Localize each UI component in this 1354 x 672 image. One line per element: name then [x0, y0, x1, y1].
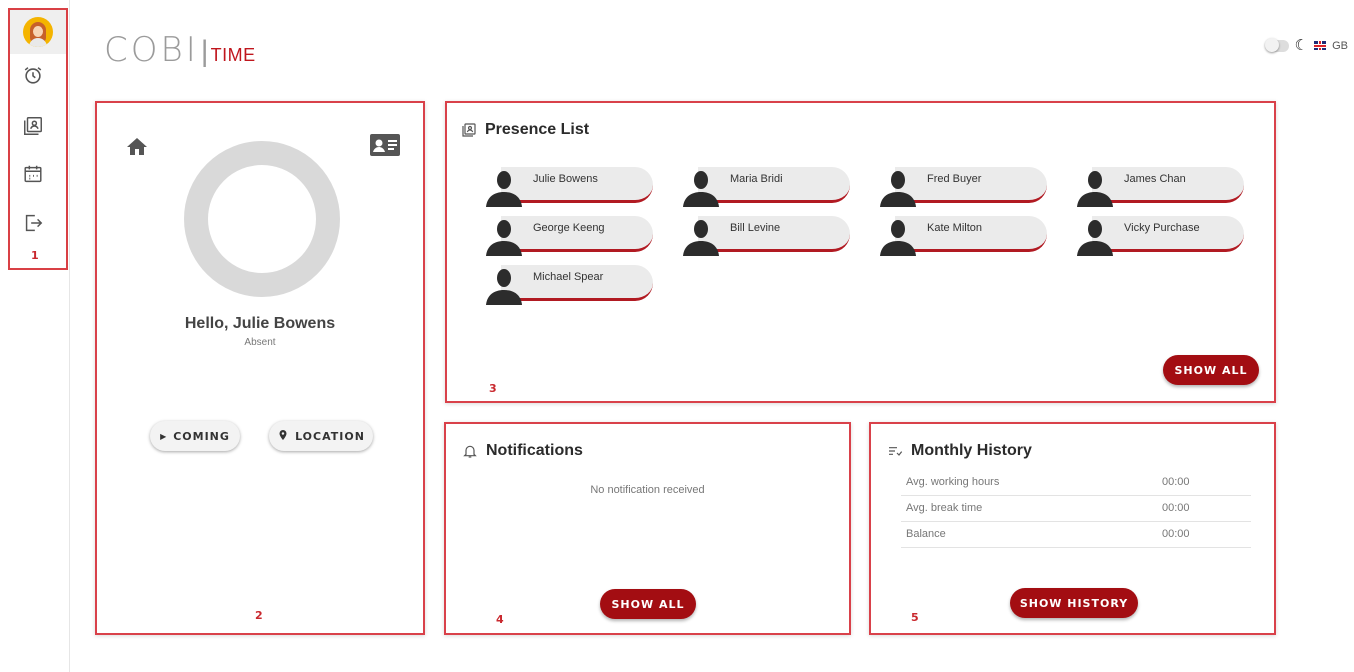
presence-item-name: Julie Bowens	[533, 173, 598, 185]
home-icon[interactable]	[125, 135, 149, 159]
presence-list-card: Presence List Julie Bowens Maria Bridi Fre…	[445, 101, 1276, 403]
logo-main-text: COBI	[104, 30, 199, 70]
bell-icon	[463, 445, 477, 458]
notifications-show-all-button[interactable]: SHOW ALL	[600, 589, 696, 619]
coming-button-label: COMING	[173, 429, 230, 443]
history-row-value: 00:00	[1162, 476, 1190, 488]
presence-list-item[interactable]: James Chan	[1074, 163, 1244, 207]
presence-status: Absent	[244, 337, 276, 348]
presence-item-name: Kate Milton	[927, 222, 983, 234]
history-row: Avg. working hours 00:00	[901, 470, 1251, 496]
presence-item-name: Michael Spear	[533, 271, 604, 283]
presence-list-item[interactable]: Vicky Purchase	[1074, 212, 1244, 256]
notifications-header: Notifications	[462, 442, 583, 460]
avatar	[23, 17, 53, 47]
monthly-history-title: Monthly History	[911, 442, 1032, 459]
frame-number-4: 4	[496, 613, 504, 626]
presence-list-item[interactable]: George Keeng	[483, 212, 653, 256]
logo-separator: |	[200, 35, 209, 68]
sidebar: 1	[0, 0, 70, 672]
location-pin-icon	[277, 429, 289, 444]
contacts-list-icon	[462, 123, 476, 137]
location-button-label: LOCATION	[295, 429, 365, 443]
app-root: 1 COBI | TIME ☾ GB Hello, Julie Bowens A…	[0, 0, 1354, 672]
greeting-text: Hello, Julie Bowens	[184, 315, 336, 332]
location-button[interactable]: LOCATION	[269, 421, 373, 451]
presence-list-item[interactable]: Bill Levine	[680, 212, 850, 256]
presence-list-item[interactable]: Maria Bridi	[680, 163, 850, 207]
alarm-clock-icon[interactable]	[22, 64, 44, 86]
frame-number-3: 3	[489, 382, 497, 395]
history-row-label: Balance	[906, 528, 946, 540]
presence-list-item[interactable]: Fred Buyer	[877, 163, 1047, 207]
sidebar-item-profile[interactable]	[10, 10, 66, 54]
person-silhouette-icon	[1074, 167, 1116, 207]
frame-number-1: 1	[31, 249, 39, 262]
monthly-history-card: Monthly History Avg. working hours 00:00 A…	[869, 422, 1276, 635]
presence-list-title: Presence List	[485, 121, 590, 138]
presence-show-all-button[interactable]: SHOW ALL	[1163, 355, 1259, 385]
history-row-value: 00:00	[1162, 502, 1190, 514]
presence-item-name: Vicky Purchase	[1124, 222, 1200, 234]
language-code[interactable]: GB	[1332, 40, 1348, 52]
show-history-button[interactable]: SHOW HISTORY	[1010, 588, 1138, 618]
person-silhouette-icon	[680, 167, 722, 207]
calendar-icon[interactable]	[22, 163, 44, 185]
person-silhouette-icon	[483, 167, 525, 207]
notifications-show-all-label: SHOW ALL	[611, 597, 685, 611]
show-history-label: SHOW HISTORY	[1019, 596, 1129, 610]
uk-flag-icon[interactable]	[1314, 41, 1327, 50]
monthly-history-header: Monthly History	[887, 442, 1032, 460]
app-logo: COBI | TIME	[104, 30, 256, 70]
no-notifications-message: No notification received	[590, 484, 705, 496]
presence-item-name: George Keeng	[533, 222, 605, 234]
profile-card: Hello, Julie Bowens Absent ▶ COMING LOCA…	[95, 101, 425, 635]
person-silhouette-icon	[483, 216, 525, 256]
presence-item-name: Bill Levine	[730, 222, 781, 234]
presence-item-name: James Chan	[1124, 173, 1186, 185]
frame-number-2: 2	[255, 609, 263, 622]
history-row: Balance 00:00	[901, 522, 1251, 548]
presence-list-item[interactable]: Kate Milton	[877, 212, 1047, 256]
notifications-title: Notifications	[486, 442, 583, 459]
moon-icon: ☾	[1294, 37, 1309, 54]
header-controls: ☾ GB	[1264, 37, 1348, 54]
person-silhouette-icon	[877, 167, 919, 207]
dark-mode-toggle[interactable]	[1264, 37, 1289, 52]
notifications-card: Notifications No notification received S…	[444, 422, 851, 635]
presence-show-all-label: SHOW ALL	[1174, 363, 1248, 377]
contacts-list-icon[interactable]	[22, 115, 44, 137]
person-silhouette-icon	[483, 265, 525, 305]
presence-item-name: Maria Bridi	[730, 173, 783, 185]
history-row-label: Avg. working hours	[906, 476, 1000, 488]
presence-list-item[interactable]: Michael Spear	[483, 261, 653, 305]
history-list-icon	[889, 447, 903, 456]
history-row: Avg. break time 00:00	[901, 496, 1251, 522]
play-icon: ▶	[160, 431, 168, 441]
history-row-value: 00:00	[1162, 528, 1190, 540]
logo-sub-text: TIME	[210, 45, 256, 65]
coming-button[interactable]: ▶ COMING	[150, 421, 240, 451]
frame-number-5: 5	[911, 611, 919, 624]
person-silhouette-icon	[1074, 216, 1116, 256]
person-silhouette-icon	[680, 216, 722, 256]
presence-list-header: Presence List	[461, 121, 589, 139]
person-silhouette-icon	[877, 216, 919, 256]
presence-item-name: Fred Buyer	[927, 173, 982, 185]
logout-icon[interactable]	[22, 212, 44, 234]
id-card-icon[interactable]	[369, 133, 401, 159]
history-row-label: Avg. break time	[906, 502, 983, 514]
profile-photo-placeholder	[184, 141, 340, 297]
presence-list-item[interactable]: Julie Bowens	[483, 163, 653, 207]
